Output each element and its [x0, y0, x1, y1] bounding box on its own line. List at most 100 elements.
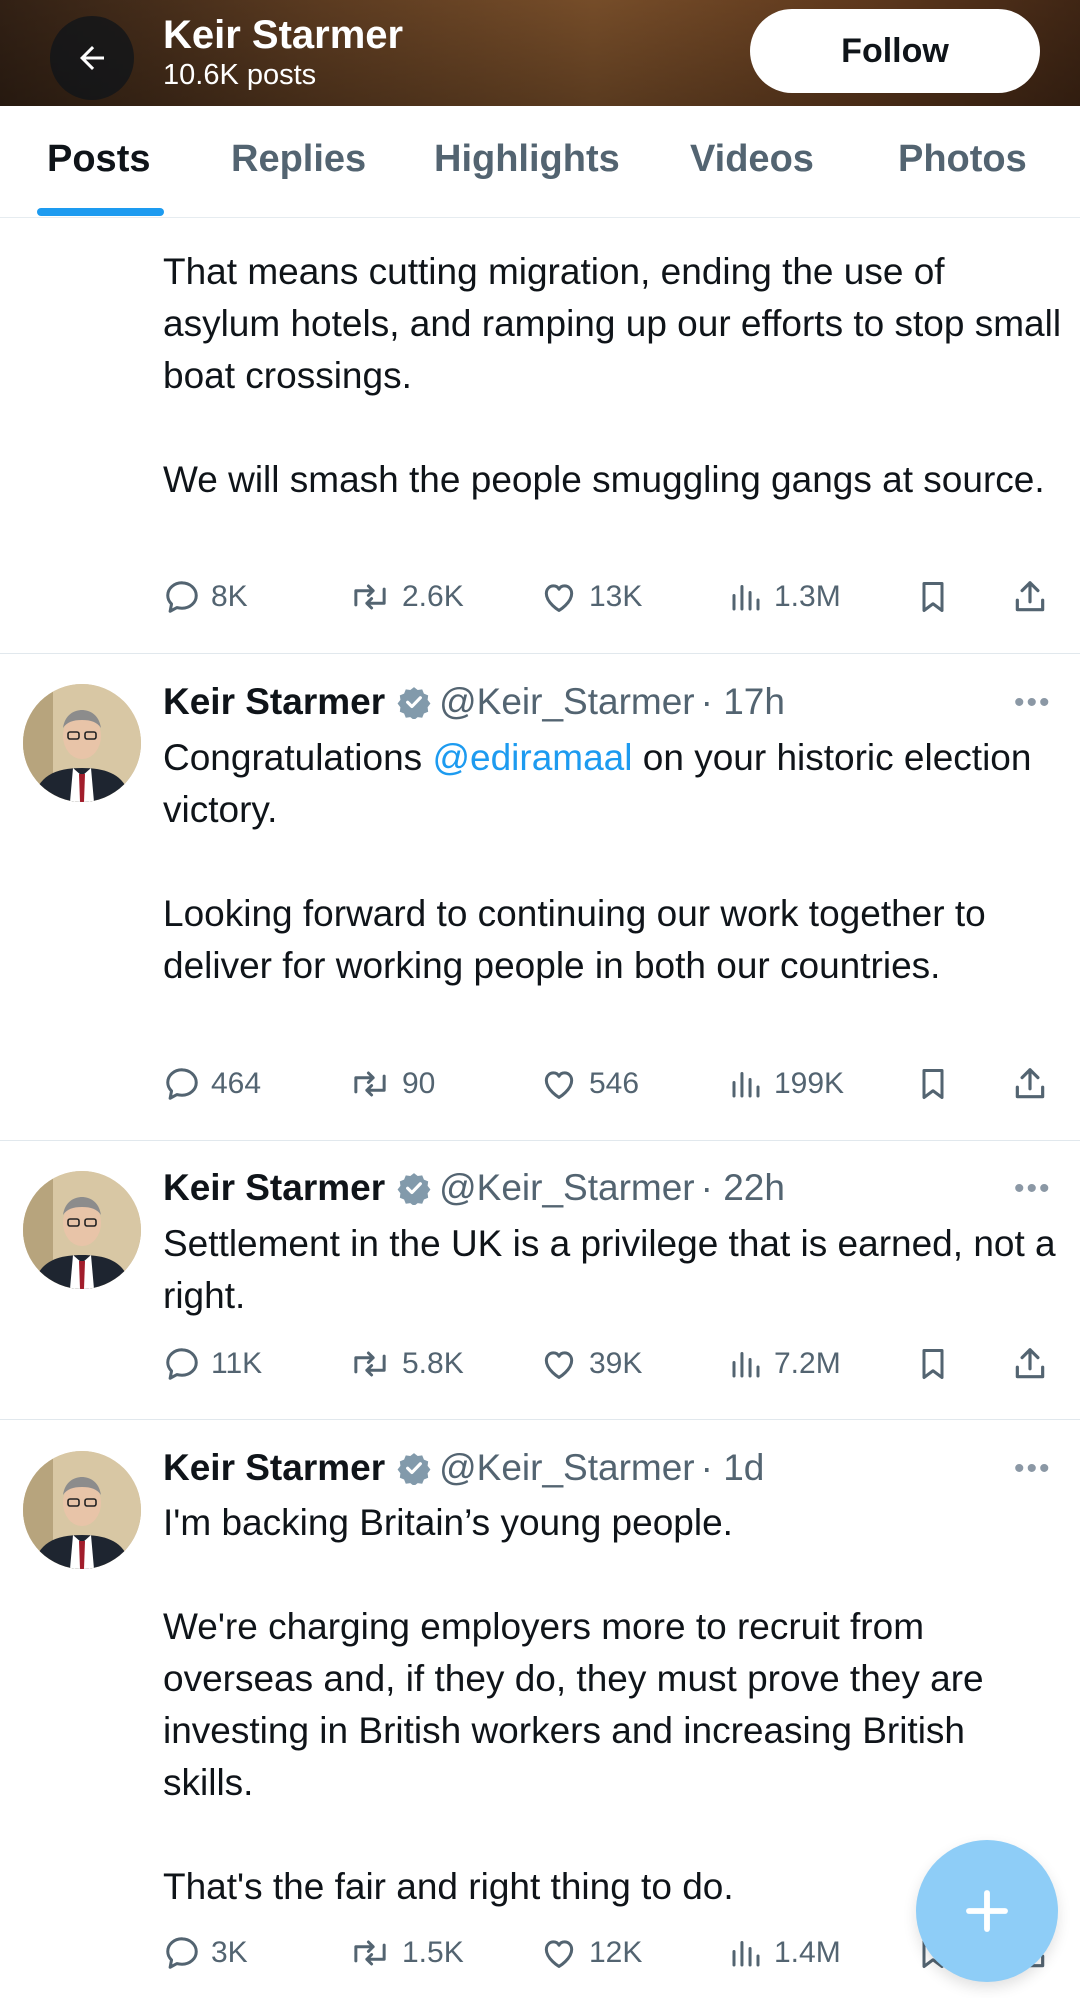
reply-count: 8K [211, 580, 248, 613]
post-1-header: Keir Starmer @Keir_Starmer · 17h [163, 678, 785, 726]
verified-badge-icon [397, 1171, 431, 1205]
divider [0, 1140, 1080, 1141]
bookmark-icon [922, 582, 944, 612]
repost-arrows-icon [354, 584, 386, 610]
bar-chart-icon [732, 1072, 760, 1098]
reply-count: 464 [211, 1067, 262, 1100]
more-dots-icon[interactable]: ••• [1014, 1174, 1052, 1204]
verified-badge-icon [397, 1451, 431, 1485]
tab-photos[interactable]: Photos [898, 138, 1027, 181]
post-1-paragraph-2: Looking forward to continuing our work t… [163, 893, 986, 986]
post-time: · 17h [700, 681, 785, 722]
heart-icon [544, 1071, 574, 1099]
like-count: 12K [589, 1936, 643, 1969]
compose-button[interactable] [916, 1840, 1058, 1982]
repost-count: 5.8K [402, 1347, 464, 1380]
share-upload-icon [1015, 581, 1045, 612]
bookmark-button[interactable] [915, 1059, 951, 1109]
author-name[interactable]: Keir Starmer [163, 1444, 385, 1492]
author-handle[interactable]: @Keir_Starmer [439, 678, 695, 726]
avatar-portrait-icon [23, 684, 141, 802]
verified-badge-icon [397, 685, 431, 719]
share-upload-icon [1015, 1068, 1045, 1099]
speech-bubble-icon [166, 1068, 198, 1100]
back-button[interactable] [50, 16, 134, 100]
bookmark-icon [922, 1069, 944, 1099]
tab-highlights[interactable]: Highlights [434, 138, 620, 181]
views-button[interactable]: 1.4M [728, 1928, 841, 1978]
like-button[interactable]: 546 [539, 1059, 639, 1109]
post-3-header: Keir Starmer @Keir_Starmer · 1d [163, 1444, 764, 1492]
avatar[interactable] [23, 684, 141, 802]
avatar[interactable] [23, 1451, 141, 1569]
views-button[interactable]: 199K [728, 1059, 844, 1109]
share-button[interactable] [1011, 572, 1049, 622]
bookmark-button[interactable] [915, 1339, 951, 1389]
post-count: 10.6K posts [163, 59, 317, 91]
like-count: 13K [589, 580, 643, 613]
more-dots-icon[interactable]: ••• [1014, 688, 1052, 718]
views-count: 1.3M [774, 580, 841, 613]
heart-icon [544, 584, 574, 612]
tab-videos[interactable]: Videos [690, 138, 814, 181]
author-handle[interactable]: @Keir_Starmer [439, 1444, 695, 1492]
like-count: 546 [589, 1067, 640, 1100]
author-handle[interactable]: @Keir_Starmer [439, 1164, 695, 1212]
views-button[interactable]: 7.2M [728, 1339, 841, 1389]
repost-arrows-icon [354, 1940, 386, 1966]
repost-count: 90 [402, 1067, 436, 1100]
like-button[interactable]: 39K [539, 1339, 642, 1389]
author-name[interactable]: Keir Starmer [163, 1164, 385, 1212]
tab-posts[interactable]: Posts [47, 138, 150, 181]
speech-bubble-icon [166, 1937, 198, 1969]
post-0-text: That means cutting migration, ending the… [163, 246, 1063, 506]
active-tab-indicator [37, 208, 164, 216]
share-button[interactable] [1011, 1339, 1049, 1389]
reply-count: 3K [211, 1936, 248, 1969]
views-count: 1.4M [774, 1936, 841, 1969]
like-button[interactable]: 12K [539, 1928, 642, 1978]
header-title-block: Keir Starmer 10.6K posts [163, 12, 403, 92]
share-upload-icon [1015, 1348, 1045, 1379]
views-button[interactable]: 1.3M [728, 572, 841, 622]
avatar-portrait-icon [23, 1171, 141, 1289]
bookmark-button[interactable] [915, 572, 951, 622]
tab-replies[interactable]: Replies [231, 138, 366, 181]
author-name[interactable]: Keir Starmer [163, 678, 385, 726]
repost-button[interactable]: 2.6K [348, 572, 464, 622]
post-2-text: Settlement in the UK is a privilege that… [163, 1218, 1063, 1322]
post-1-actions: 464 90 546 199K [163, 1059, 1063, 1109]
post-3-paragraph-2: We're charging employers more to recruit… [163, 1606, 984, 1803]
profile-name: Keir Starmer [163, 13, 404, 57]
reply-button[interactable]: 464 [163, 1059, 261, 1109]
repost-button[interactable]: 5.8K [348, 1339, 464, 1389]
post-0-paragraph-1: That means cutting migration, ending the… [163, 251, 1062, 396]
bar-chart-icon [732, 585, 760, 611]
avatar[interactable] [23, 1171, 141, 1289]
reply-button[interactable]: 11K [163, 1339, 262, 1389]
like-button[interactable]: 13K [539, 572, 642, 622]
bookmark-icon [922, 1349, 944, 1379]
post-0-actions: 8K 2.6K 13K 1.3M [163, 572, 1063, 622]
repost-button[interactable]: 1.5K [348, 1928, 464, 1978]
repost-count: 1.5K [402, 1936, 464, 1969]
reply-button[interactable]: 3K [163, 1928, 248, 1978]
profile-tabs: Posts Replies Highlights Videos Photos [0, 106, 1080, 218]
post-1-text-prefix: Congratulations [163, 737, 433, 778]
repost-arrows-icon [354, 1071, 386, 1097]
repost-button[interactable]: 90 [348, 1059, 435, 1109]
post-0-paragraph-2: We will smash the people smuggling gangs… [163, 459, 1045, 500]
follow-button[interactable]: Follow [750, 9, 1040, 93]
heart-icon [544, 1940, 574, 1968]
more-dots-icon[interactable]: ••• [1014, 1454, 1052, 1484]
share-button[interactable] [1011, 1059, 1049, 1109]
views-count: 199K [774, 1067, 845, 1100]
bar-chart-icon [732, 1352, 760, 1378]
reply-button[interactable]: 8K [163, 572, 248, 622]
heart-icon [544, 1351, 574, 1379]
repost-arrows-icon [354, 1351, 386, 1377]
post-1-paragraph-1: Congratulations @ediramaal on your histo… [163, 732, 1063, 836]
mention-link[interactable]: @ediramaal [432, 737, 632, 778]
arrow-left-icon [80, 46, 104, 70]
post-3-paragraph-1: I'm backing Britain’s young people. [163, 1502, 733, 1543]
